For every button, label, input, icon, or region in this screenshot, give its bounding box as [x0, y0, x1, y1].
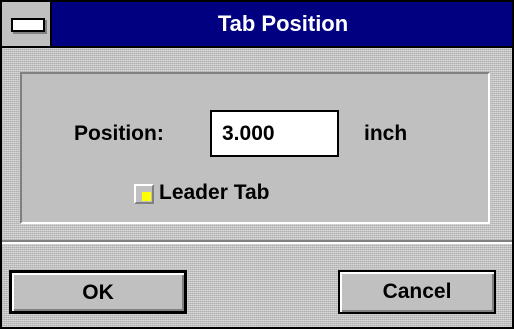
ok-button[interactable]: OK	[9, 270, 187, 314]
dialog-client-area: Position: inch Leader Tab OK Cancel	[2, 48, 512, 327]
tab-position-dialog: Tab Position Position: inch Leader Tab O…	[0, 0, 514, 329]
system-menu-button[interactable]	[2, 2, 52, 46]
system-menu-icon	[11, 18, 45, 32]
separator	[2, 240, 512, 244]
unit-label: inch	[364, 122, 408, 145]
position-input[interactable]	[210, 110, 339, 157]
leader-tab-label[interactable]: Leader Tab	[159, 181, 269, 205]
tab-settings-group: Position: inch Leader Tab	[20, 72, 490, 224]
window-title: Tab Position	[217, 11, 349, 36]
cancel-button[interactable]: Cancel	[338, 270, 496, 314]
checkbox-indicator-icon	[142, 192, 151, 201]
title-bar[interactable]: Tab Position	[2, 2, 512, 48]
leader-tab-checkbox[interactable]	[134, 184, 154, 204]
position-label: Position:	[74, 122, 164, 145]
